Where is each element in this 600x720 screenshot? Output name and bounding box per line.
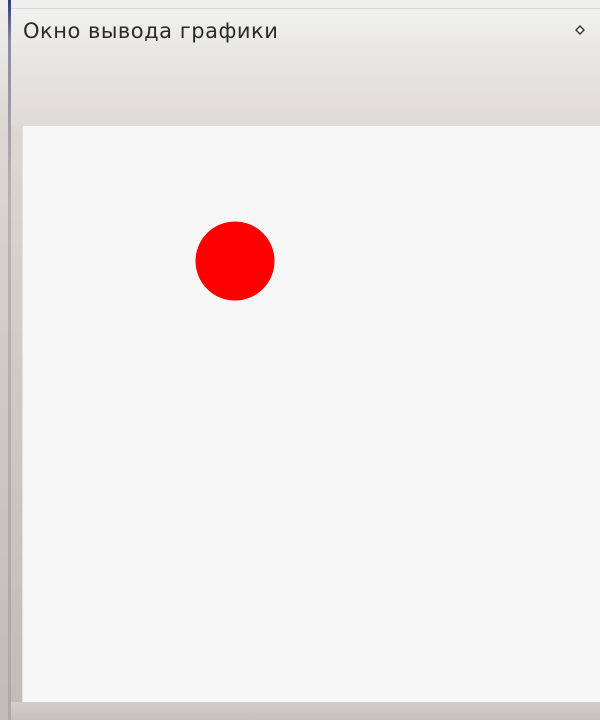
red-circle bbox=[195, 221, 275, 301]
window-titlebar[interactable]: Окно вывода графики bbox=[11, 8, 600, 126]
window-title: Окно вывода графики bbox=[23, 19, 279, 43]
graphics-output-window: Окно вывода графики bbox=[0, 0, 600, 720]
window-menu-icon[interactable] bbox=[572, 22, 588, 38]
graphics-canvas[interactable] bbox=[22, 126, 600, 702]
window-bottom-border bbox=[11, 702, 600, 720]
canvas-drawing bbox=[195, 221, 275, 301]
